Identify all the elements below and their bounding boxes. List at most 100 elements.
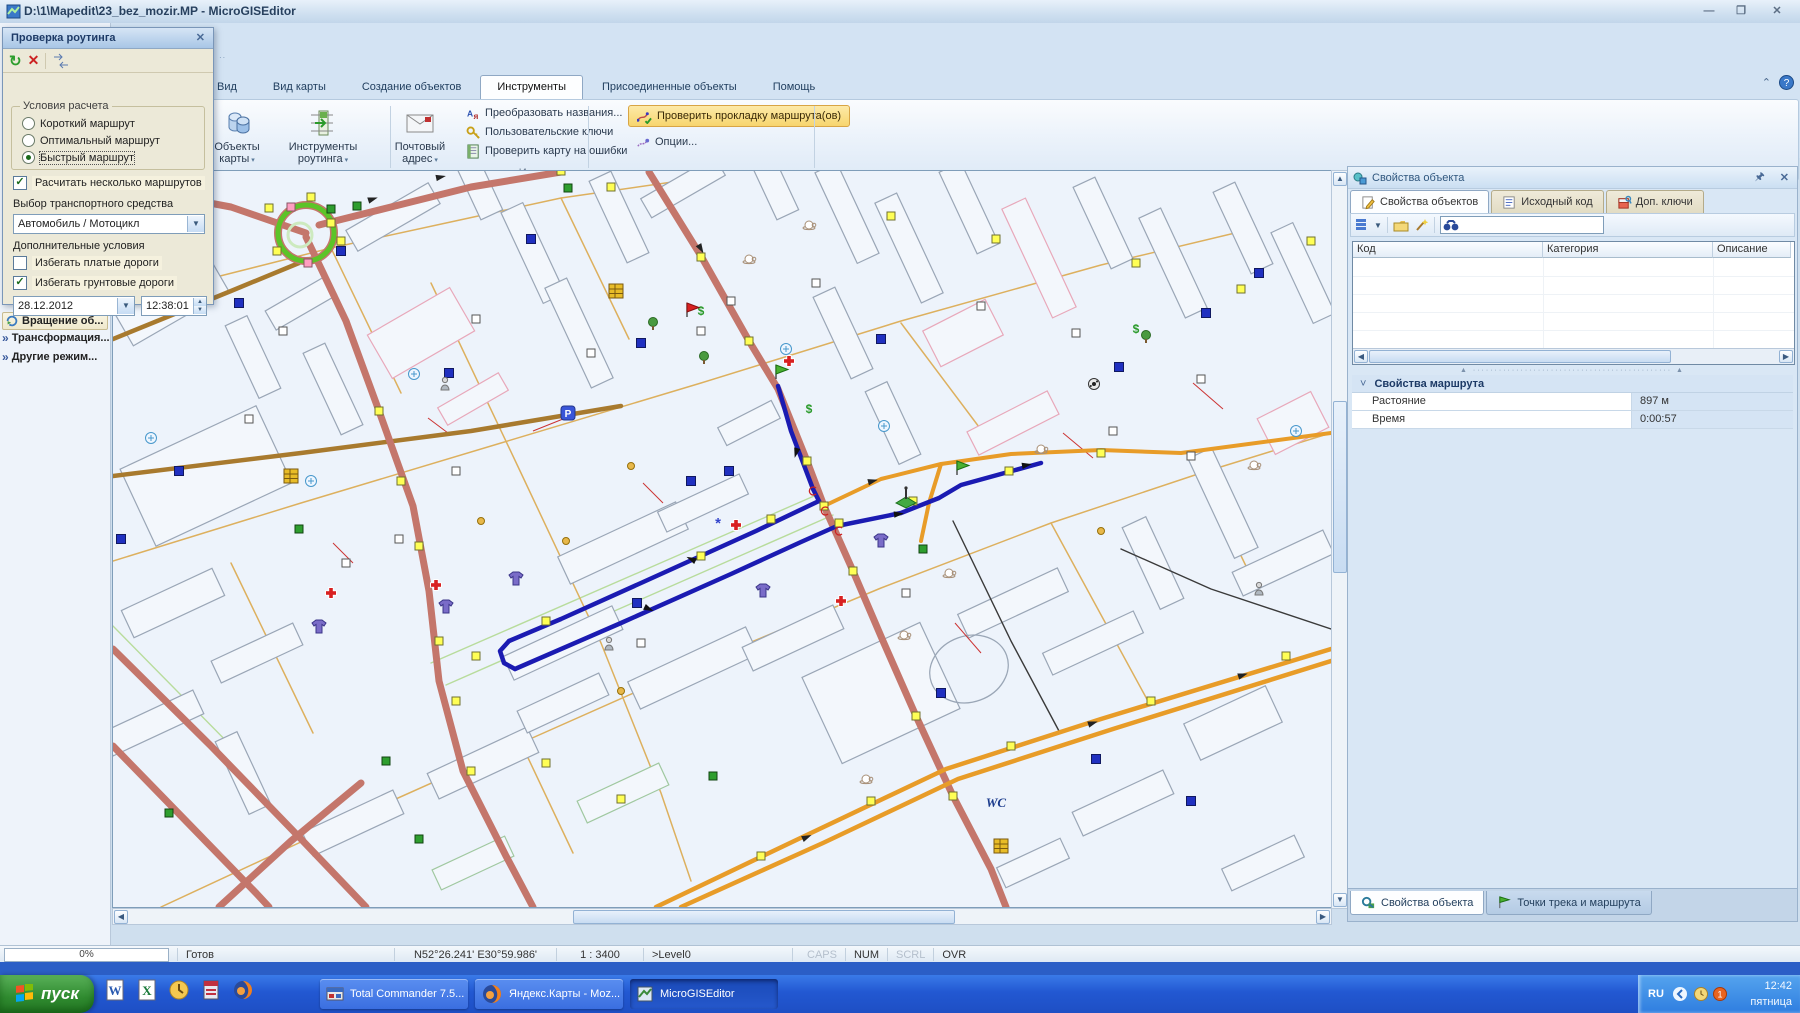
prop-value: 897 м [1640, 395, 1669, 407]
route-prop-row-1[interactable]: Растояние 897 м [1352, 393, 1793, 411]
ribbon-tab-5[interactable]: Присоединенные объекты [585, 75, 754, 99]
extra-checkbox-1[interactable]: Избегать платые дороги [13, 256, 162, 270]
quicklaunch-firefox-icon[interactable] [232, 979, 254, 1001]
sidebar-item-2[interactable]: » Трансформация... [2, 331, 110, 345]
prop-value: 0:00:57 [1640, 413, 1677, 425]
dollar-icon: $ [698, 304, 705, 318]
status-toggle-num: NUM [853, 948, 880, 961]
object-codes-table[interactable]: Код Категория Описание ◀ ▶ [1352, 241, 1795, 365]
ribbon-button-key[interactable]: Пользовательские ключи [466, 123, 613, 141]
minimize-button[interactable]: — [1696, 4, 1722, 19]
panel-tab-1[interactable]: Свойства объектов [1350, 190, 1490, 213]
tray-time: 12:42 [1764, 980, 1792, 992]
taskbar-task-1[interactable]: Total Commander 7.5... [320, 979, 468, 1009]
ribbon-button-routing-tools[interactable]: Инструменты роутинга ▾ [268, 104, 378, 178]
svg-text:1: 1 [1717, 989, 1722, 999]
toolbar-grip-icon[interactable]: ∙∙ [219, 52, 229, 64]
ribbon-tab-4[interactable]: Инструменты [480, 75, 583, 99]
svg-text:$: $ [1133, 322, 1140, 336]
restore-button[interactable]: ❐ [1728, 4, 1754, 19]
extra-checkbox-2[interactable]: ✓ Избегать грунтовые дороги [13, 276, 178, 290]
ybuilding-icon [993, 838, 1009, 854]
panel-tab-3[interactable]: Доп. ключи [1605, 190, 1704, 213]
quicklaunch-outlook-icon[interactable] [168, 979, 190, 1001]
panel-title: Свойства объекта [1372, 171, 1465, 184]
dialog-close-icon[interactable]: ✕ [196, 31, 205, 44]
tool-icon [627, 462, 635, 470]
map-horizontal-scrollbar[interactable]: ◀ ▶ [112, 908, 1332, 925]
clock-tray-icon[interactable] [1693, 986, 1709, 1002]
wand-icon[interactable] [1414, 218, 1429, 232]
search-input[interactable] [1439, 216, 1604, 234]
table-column-1[interactable]: Код [1353, 242, 1543, 258]
title-bar: D:\1\Mapedit\23_bez_mozir.MP - MicroGISE… [0, 0, 1800, 24]
time-spinner[interactable]: 12:38:01 ▲ ▼ [141, 296, 207, 316]
collapse-icon[interactable]: ˅ [1360, 378, 1366, 390]
chevron-down-icon[interactable]: ▼ [1374, 221, 1382, 230]
tool-icon [617, 687, 625, 695]
ribbon-button-options[interactable]: Опции... [636, 133, 697, 151]
swap-points-icon[interactable] [52, 53, 70, 69]
language-indicator[interactable]: RU [1648, 988, 1664, 1000]
map-vertical-scrollbar[interactable]: ▲ ▼ [1331, 170, 1348, 909]
run-routing-icon[interactable]: ↻ [9, 52, 22, 70]
ribbon-button-check-map[interactable]: Проверить карту на ошибки [466, 142, 627, 160]
svg-text:$: $ [698, 304, 705, 318]
status-scale: 1 : 3400 [580, 948, 620, 961]
radio-icon [22, 117, 35, 130]
snow-icon: * [715, 515, 721, 532]
ball-icon [1088, 378, 1100, 390]
pluscirc-icon [780, 343, 792, 355]
status-coordinates: N52°26.241' E30°59.986' [413, 948, 538, 961]
panel-tab-2[interactable]: Исходный код [1491, 190, 1604, 213]
map-svg: P $ $ $ * WC [113, 171, 1331, 907]
ribbon-tab-6[interactable]: Помощь [756, 75, 833, 99]
multi-route-checkbox[interactable]: ✓ Расчитать несколько маршрутов [13, 176, 205, 190]
collapse-ribbon-icon[interactable]: ⌃ [1762, 76, 1771, 89]
vehicle-select[interactable]: Автомобиль / Мотоцикл ▼ [13, 214, 205, 234]
map-canvas[interactable]: P $ $ $ * WC [112, 170, 1332, 908]
calc-conditions-group: Условия расчета Короткий маршрут Оптималь… [11, 100, 205, 170]
svg-text:$: $ [806, 402, 813, 416]
radio-option-1[interactable]: Короткий маршрут [22, 117, 135, 130]
quicklaunch-excel-icon[interactable]: X [136, 979, 158, 1001]
quicklaunch-player-icon[interactable] [200, 979, 222, 1001]
bottom-tab-1[interactable]: Свойства объекта [1350, 891, 1485, 915]
status-level: >Level0 [652, 948, 691, 961]
status-ready: Готов [186, 948, 214, 961]
ribbon-tab-3[interactable]: Создание объектов [345, 75, 479, 99]
microgiseditor-window: D:\1\Mapedit\23_bez_mozir.MP - MicroGISE… [0, 0, 1800, 1013]
sidebar-item-3[interactable]: » Другие режим... [2, 350, 97, 364]
radio-option-3[interactable]: Быстрый маршрут [22, 150, 136, 165]
ribbon-button-route-check[interactable]: Проверить прокладку маршрута(ов) [628, 105, 851, 127]
date-select[interactable]: 28.12.2012 ▼ [13, 296, 135, 316]
taskbar: пуск W X Total Commander 7.5... Яндекс.Кар… [0, 975, 1800, 1013]
table-column-3[interactable]: Описание [1713, 242, 1791, 258]
bottom-tab-2[interactable]: Точки трека и маршрута [1486, 891, 1652, 915]
table-column-2[interactable]: Категория [1543, 242, 1713, 258]
chevron-down-icon: ▼ [117, 298, 134, 314]
notification-tray-icon[interactable]: 1 [1712, 986, 1728, 1002]
clear-route-icon[interactable]: ✕ [28, 52, 40, 69]
start-button[interactable]: пуск [0, 975, 94, 1013]
radio-option-2[interactable]: Оптимальный маршрут [22, 134, 160, 147]
folder-icon[interactable] [1393, 219, 1409, 232]
dialog-title[interactable]: Проверка роутинга [3, 28, 213, 49]
taskbar-task-3[interactable]: MicroGISEditor [630, 979, 778, 1009]
table-horizontal-scrollbar[interactable]: ◀ ▶ [1353, 348, 1794, 364]
panel-close-icon[interactable]: ✕ [1780, 171, 1789, 184]
layers-icon[interactable] [1355, 218, 1369, 232]
svg-text:W: W [109, 983, 122, 998]
ribbon-button-rename[interactable]: Aя Преобразовать названия... [466, 104, 623, 122]
ybuilding-icon [283, 468, 299, 484]
taskbar-task-2[interactable]: Яндекс.Карты - Moz... [475, 979, 623, 1009]
hide-icons-icon[interactable] [1672, 986, 1688, 1002]
help-icon[interactable]: ? [1779, 75, 1794, 90]
object-properties-panel: Свойства объекта 🖈 ✕ Свойства объектов Ис… [1347, 166, 1798, 922]
ribbon-tab-2[interactable]: Вид карты [256, 75, 343, 99]
pin-icon[interactable]: 🖈 [1755, 168, 1765, 187]
panel-splitter[interactable]: ▲ ······································… [1352, 367, 1793, 374]
close-button[interactable]: ✕ [1764, 4, 1790, 19]
quicklaunch-word-icon[interactable]: W [104, 979, 126, 1001]
route-prop-row-2[interactable]: Время 0:00:57 [1352, 411, 1793, 429]
